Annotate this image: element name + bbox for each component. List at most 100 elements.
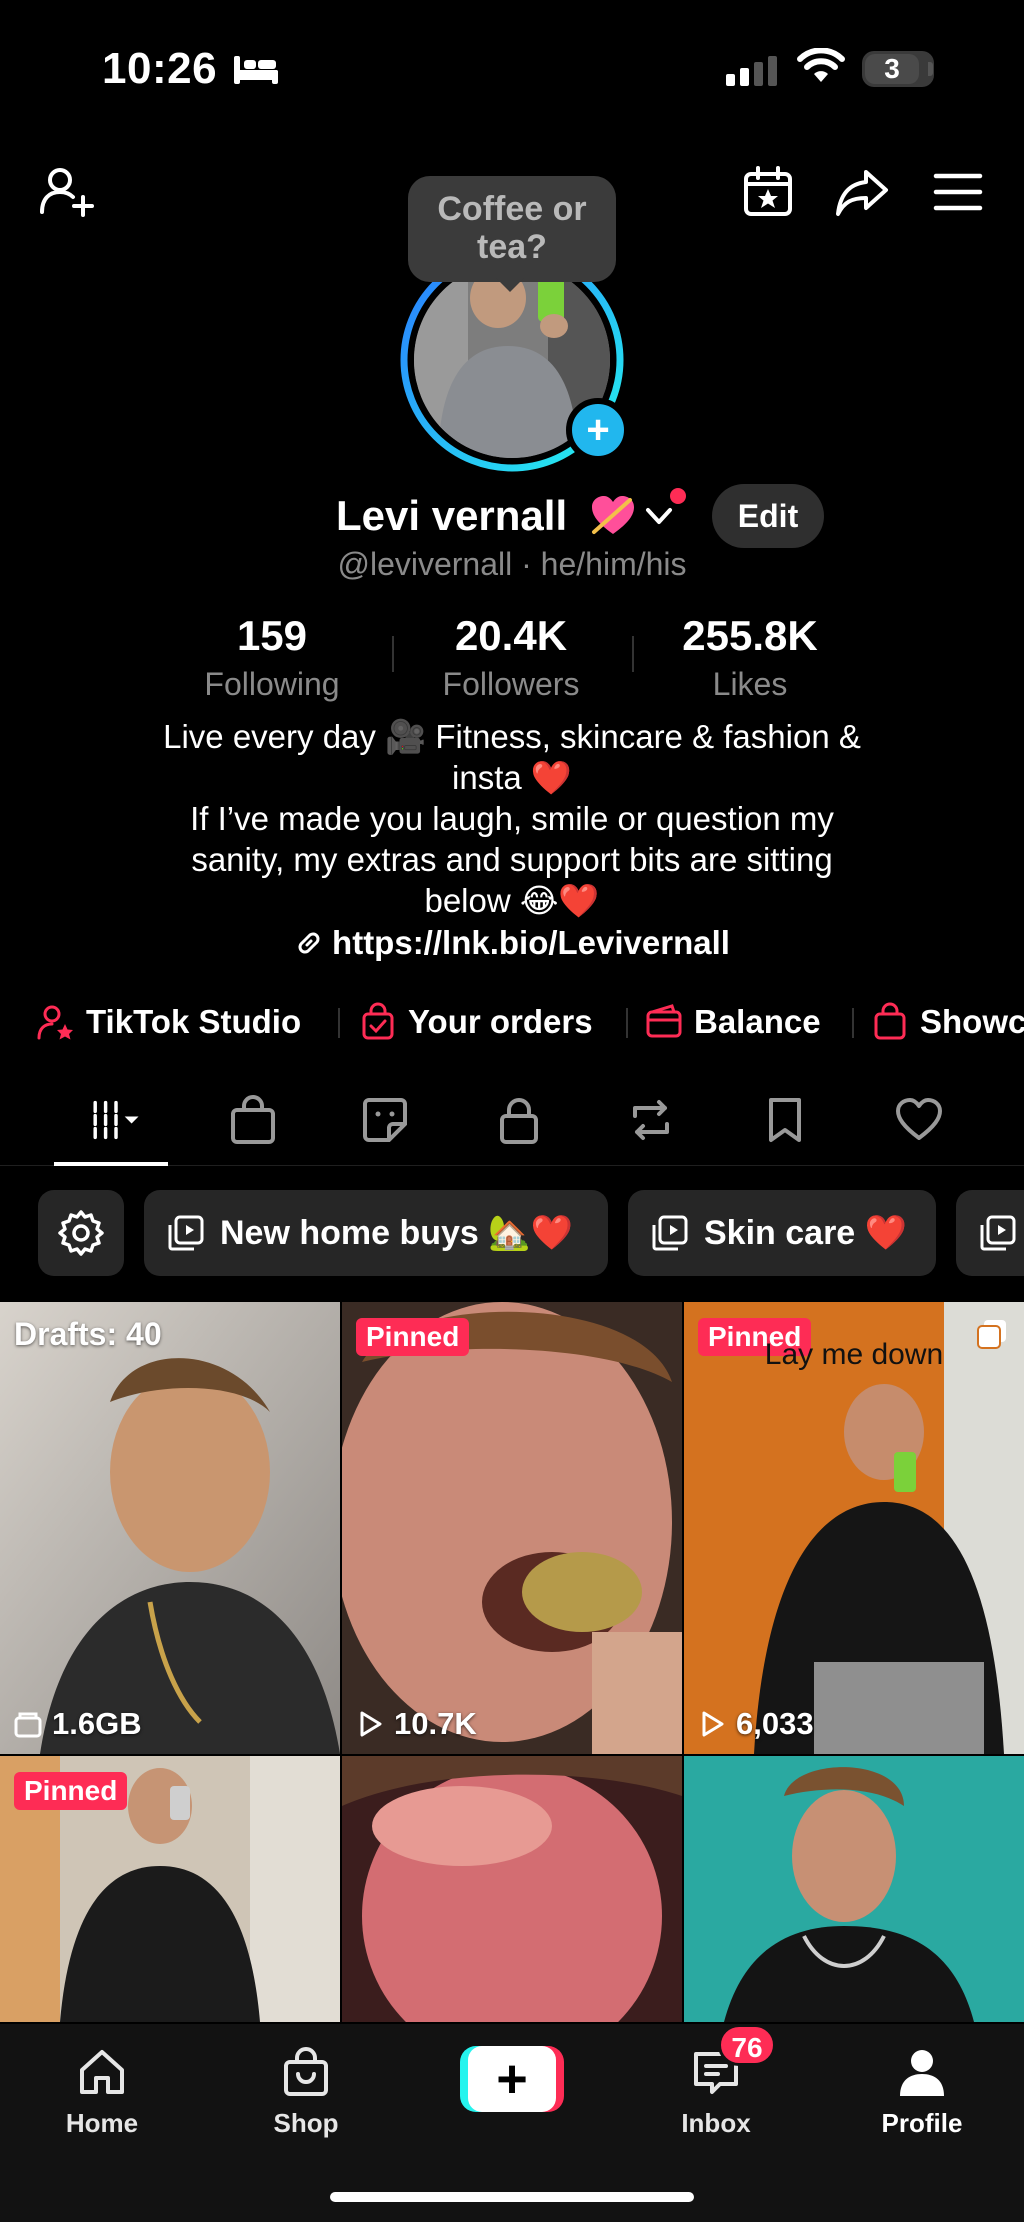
bio[interactable]: Live every day 🎥 Fitness, skincare & fas… xyxy=(100,716,924,921)
view-count-value: 6,033 xyxy=(736,1706,814,1741)
drafts-size: 1.6GB xyxy=(12,1706,142,1742)
video-thumbnail xyxy=(0,1302,340,1754)
video-tile[interactable] xyxy=(342,1756,682,2022)
shortcut-tiktok-studio[interactable]: TikTok Studio xyxy=(36,994,301,1050)
nav-profile[interactable]: Profile xyxy=(852,2044,992,2139)
shopping-bag-check-icon xyxy=(362,1002,394,1040)
view-count: 6,033 xyxy=(696,1706,814,1742)
drafts-folder-icon xyxy=(14,1712,42,1738)
bio-line: sanity, my extras and support bits are s… xyxy=(191,841,833,878)
collection-chip-label: Skin care ❤️ xyxy=(704,1214,907,1252)
pinned-badge: Pinned xyxy=(356,1318,470,1356)
menu-icon[interactable] xyxy=(928,162,988,222)
nav-label: Shop xyxy=(273,2108,339,2138)
bio-line: below 😂❤️ xyxy=(424,882,600,919)
collection-chip[interactable]: Skin care ❤️ xyxy=(628,1190,936,1276)
wifi-icon xyxy=(797,48,845,82)
bio-line: If I’ve made you laugh, smile or questio… xyxy=(190,800,834,837)
drafts-size-value: 1.6GB xyxy=(52,1706,142,1741)
tab-reposts[interactable] xyxy=(616,1090,686,1150)
tab-videos[interactable] xyxy=(76,1090,156,1150)
play-icon xyxy=(360,1711,382,1737)
stat-likes-label: Likes xyxy=(712,666,788,702)
stat-divider xyxy=(632,636,634,672)
inbox-badge: 76 xyxy=(718,2024,776,2066)
wallet-icon xyxy=(646,1004,682,1038)
drafts-count: Drafts: 40 xyxy=(14,1316,162,1352)
shortcut-divider xyxy=(626,1008,628,1038)
shortcut-showcase[interactable]: Showc xyxy=(870,994,1024,1050)
status-bar: 10:26 3 xyxy=(0,0,1024,140)
username-handle: @levivernall · he/him/his xyxy=(337,546,687,582)
bed-icon xyxy=(234,56,278,84)
gear-icon xyxy=(58,1210,104,1256)
heart-icon xyxy=(896,1098,942,1140)
video-caption: Lay me down xyxy=(764,1338,944,1371)
battery-indicator: 3 xyxy=(862,51,934,87)
cellular-signal-icon xyxy=(726,56,777,86)
shortcut-label: TikTok Studio xyxy=(86,1003,302,1040)
collection-chip-label: New home buys 🏡❤️ xyxy=(220,1214,573,1252)
video-tile[interactable]: Pinned xyxy=(0,1756,340,2022)
playlist-icon xyxy=(980,1215,1016,1251)
tab-private[interactable] xyxy=(484,1090,554,1150)
shortcut-balance[interactable]: Balance xyxy=(644,994,821,1050)
shortcut-label: Your orders xyxy=(408,1003,593,1040)
share-icon[interactable] xyxy=(832,162,892,222)
stat-likes-value: 255.8K xyxy=(682,612,818,659)
shortcut-label: Showc xyxy=(920,1003,1024,1040)
grid-icon xyxy=(93,1100,139,1140)
video-tile[interactable]: Pinned Lay me down 6,033 xyxy=(684,1302,1024,1754)
pinned-badge: Pinned xyxy=(14,1772,128,1810)
shortcut-divider xyxy=(338,1008,340,1038)
edit-profile-button[interactable]: Edit xyxy=(712,484,824,548)
play-icon xyxy=(702,1711,724,1737)
add-story-button[interactable]: + xyxy=(566,398,630,462)
nav-shop[interactable]: Shop xyxy=(236,2044,376,2139)
stat-followers-label: Followers xyxy=(442,666,580,702)
note-bubble[interactable]: Coffee or tea? xyxy=(408,176,616,282)
drafts-tile[interactable]: Drafts: 40 1.6GB xyxy=(0,1302,340,1754)
battery-tip xyxy=(928,62,933,76)
nav-label: Profile xyxy=(881,2108,963,2138)
shortcut-your-orders[interactable]: Your orders xyxy=(358,994,593,1050)
create-button[interactable]: + xyxy=(460,2046,564,2112)
tab-shop[interactable] xyxy=(218,1090,288,1150)
collection-chips: New home buys 🏡❤️ Skin care ❤️ xyxy=(0,1190,1024,1278)
link-icon xyxy=(298,932,320,954)
stat-following[interactable]: 159 Following xyxy=(162,612,382,703)
bookmark-icon xyxy=(769,1098,801,1142)
shortcut-label: Balance xyxy=(694,1003,821,1040)
repost-icon xyxy=(633,1100,669,1140)
video-tile[interactable] xyxy=(684,1756,1024,2022)
bag-icon xyxy=(874,1002,906,1040)
bio-link[interactable]: https://lnk.bio/Levivernall xyxy=(0,924,1024,962)
stat-followers[interactable]: 20.4K Followers xyxy=(401,612,621,703)
home-indicator[interactable] xyxy=(330,2192,694,2202)
add-friend-icon[interactable] xyxy=(36,162,96,222)
video-thumbnail xyxy=(684,1756,1024,2022)
view-count: 10.7K xyxy=(354,1706,477,1742)
stat-likes[interactable]: 255.8K Likes xyxy=(640,612,860,703)
tab-liked[interactable] xyxy=(884,1090,954,1150)
bio-line: insta ❤️ xyxy=(452,759,572,796)
tab-stickers[interactable] xyxy=(350,1090,420,1150)
collection-chip[interactable] xyxy=(956,1190,1024,1276)
video-tile[interactable]: Pinned 10.7K xyxy=(342,1302,682,1754)
shortcut-divider xyxy=(852,1008,854,1038)
nav-label: Inbox xyxy=(681,2108,751,2138)
nav-label: Home xyxy=(65,2108,139,2138)
tab-favorites[interactable] xyxy=(750,1090,820,1150)
playlist-icon xyxy=(652,1215,688,1251)
stat-following-value: 159 xyxy=(236,612,308,659)
plus-icon: + xyxy=(468,2046,556,2112)
chevron-down-icon[interactable] xyxy=(644,504,674,528)
event-calendar-icon[interactable] xyxy=(738,162,798,222)
nav-home[interactable]: Home xyxy=(32,2044,172,2139)
collection-chip[interactable]: New home buys 🏡❤️ xyxy=(144,1190,608,1276)
name-row: Levi vernall Edit xyxy=(0,484,1024,548)
person-star-icon xyxy=(37,1005,73,1040)
shop-icon xyxy=(284,2047,328,2096)
collection-settings-button[interactable] xyxy=(38,1190,124,1276)
home-icon xyxy=(80,2050,124,2094)
